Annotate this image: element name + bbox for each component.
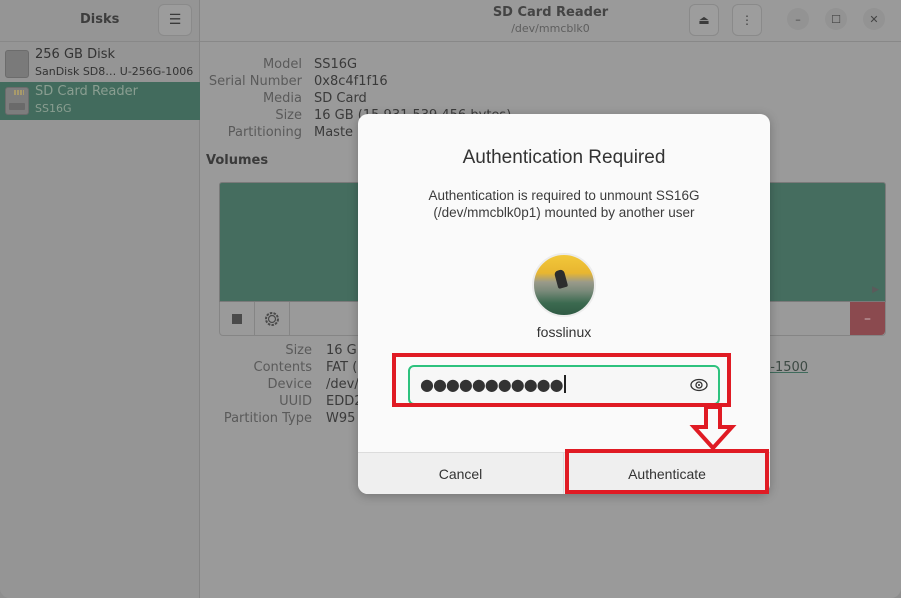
ssd-icon bbox=[5, 50, 29, 78]
close-button[interactable]: ✕ bbox=[863, 8, 885, 30]
part-label-device: Device bbox=[267, 377, 312, 392]
part-value-partition-type: W95 bbox=[326, 411, 356, 426]
prop-value-model: SS16G bbox=[314, 57, 358, 72]
part-value-device: /dev/ bbox=[326, 377, 359, 392]
eject-button[interactable]: ⏏ bbox=[689, 4, 719, 36]
dialog-message: Authentication is required to unmount SS… bbox=[428, 188, 700, 220]
dialog-title: Authentication Required bbox=[462, 147, 666, 168]
sidebar-title: Disks bbox=[80, 12, 120, 27]
prop-label-partitioning: Partitioning bbox=[227, 125, 302, 140]
maximize-button[interactable]: ☐ bbox=[825, 8, 847, 30]
partition-settings-button[interactable] bbox=[255, 302, 290, 335]
authenticate-highlight-annotation bbox=[565, 449, 769, 494]
more-options-button[interactable]: ⋮ bbox=[732, 4, 762, 36]
disk-item-256gb[interactable]: 256 GB Disk SanDisk SD8… U-256G-1006 bbox=[0, 45, 200, 83]
unmount-button[interactable] bbox=[220, 302, 255, 335]
sd-card-icon bbox=[5, 87, 29, 115]
prop-value-partitioning: Maste bbox=[314, 125, 354, 140]
prop-label-serial: Serial Number bbox=[208, 74, 302, 89]
disk-name: 256 GB Disk bbox=[35, 47, 115, 62]
user-avatar bbox=[532, 253, 596, 317]
prop-value-serial: 0x8c4f1f16 bbox=[314, 74, 388, 89]
disk-item-sd-card-reader[interactable]: SD Card Reader SS16G bbox=[0, 82, 200, 120]
sidebar-header: Disks ☰ bbox=[0, 0, 199, 42]
hamburger-menu-icon: ☰ bbox=[168, 12, 182, 28]
eject-icon: ⏏ bbox=[698, 13, 710, 27]
part-label-size: Size bbox=[285, 343, 312, 358]
cancel-button[interactable]: Cancel bbox=[358, 453, 564, 494]
gear-icon bbox=[265, 311, 279, 326]
part-value-contents: FAT ( bbox=[326, 360, 358, 375]
disk-name: SD Card Reader bbox=[35, 84, 138, 99]
header-bar: SD Card Reader /dev/mmcblk0 ⏏ ⋮ – ☐ ✕ bbox=[200, 0, 901, 42]
part-value-size: 16 GI bbox=[326, 343, 361, 358]
volumes-heading: Volumes bbox=[206, 153, 269, 168]
part-label-uuid: UUID bbox=[279, 394, 312, 409]
stop-icon bbox=[232, 313, 242, 324]
sidebar: Disks ☰ 256 GB Disk SanDisk SD8… U-256G-… bbox=[0, 0, 200, 598]
disks-window: Disks ☰ 256 GB Disk SanDisk SD8… U-256G-… bbox=[0, 0, 901, 598]
disk-subtitle: SS16G bbox=[35, 102, 72, 115]
prop-label-size: Size bbox=[275, 108, 302, 123]
minimize-icon: – bbox=[795, 12, 801, 26]
username-label: fosslinux bbox=[536, 324, 592, 340]
disk-subtitle: SanDisk SD8… U-256G-1006 bbox=[35, 65, 194, 78]
part-label-partition-type: Partition Type bbox=[223, 411, 312, 426]
part-label-contents: Contents bbox=[253, 360, 312, 375]
prop-label-model: Model bbox=[262, 57, 302, 72]
minus-icon: – bbox=[864, 310, 871, 327]
maximize-icon: ☐ bbox=[831, 12, 841, 26]
avatar-figure bbox=[553, 269, 569, 289]
mounted-indicator-icon: ▶ bbox=[872, 285, 879, 295]
close-icon: ✕ bbox=[869, 12, 879, 26]
down-arrow-annotation-icon bbox=[689, 405, 737, 451]
menu-button[interactable]: ☰ bbox=[158, 4, 192, 36]
password-highlight-annotation bbox=[392, 353, 731, 407]
kebab-menu-icon: ⋮ bbox=[741, 13, 753, 27]
prop-value-media: SD Card bbox=[314, 91, 367, 106]
minimize-button[interactable]: – bbox=[787, 8, 809, 30]
prop-label-media: Media bbox=[262, 91, 302, 106]
delete-partition-button[interactable]: – bbox=[850, 302, 885, 335]
